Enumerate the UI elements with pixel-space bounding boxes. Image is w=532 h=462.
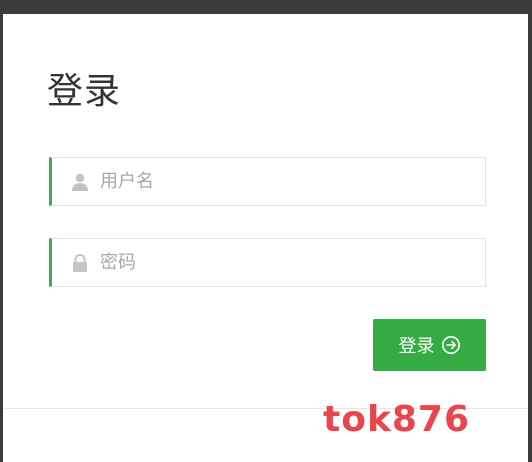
lock-icon <box>73 253 87 272</box>
window-top-bar <box>0 0 532 14</box>
login-button[interactable]: 登录 <box>373 319 486 371</box>
username-input[interactable] <box>100 158 480 205</box>
circle-arrow-right-icon <box>441 336 460 354</box>
user-icon <box>72 173 88 191</box>
login-button-label: 登录 <box>398 336 435 357</box>
username-field[interactable] <box>49 157 486 206</box>
password-field[interactable] <box>49 238 486 287</box>
password-input[interactable] <box>100 239 480 286</box>
watermark-text: tok876 <box>323 399 471 440</box>
login-panel: 登录 登录 tok876 <box>3 14 528 462</box>
page-title: 登录 <box>47 71 122 112</box>
